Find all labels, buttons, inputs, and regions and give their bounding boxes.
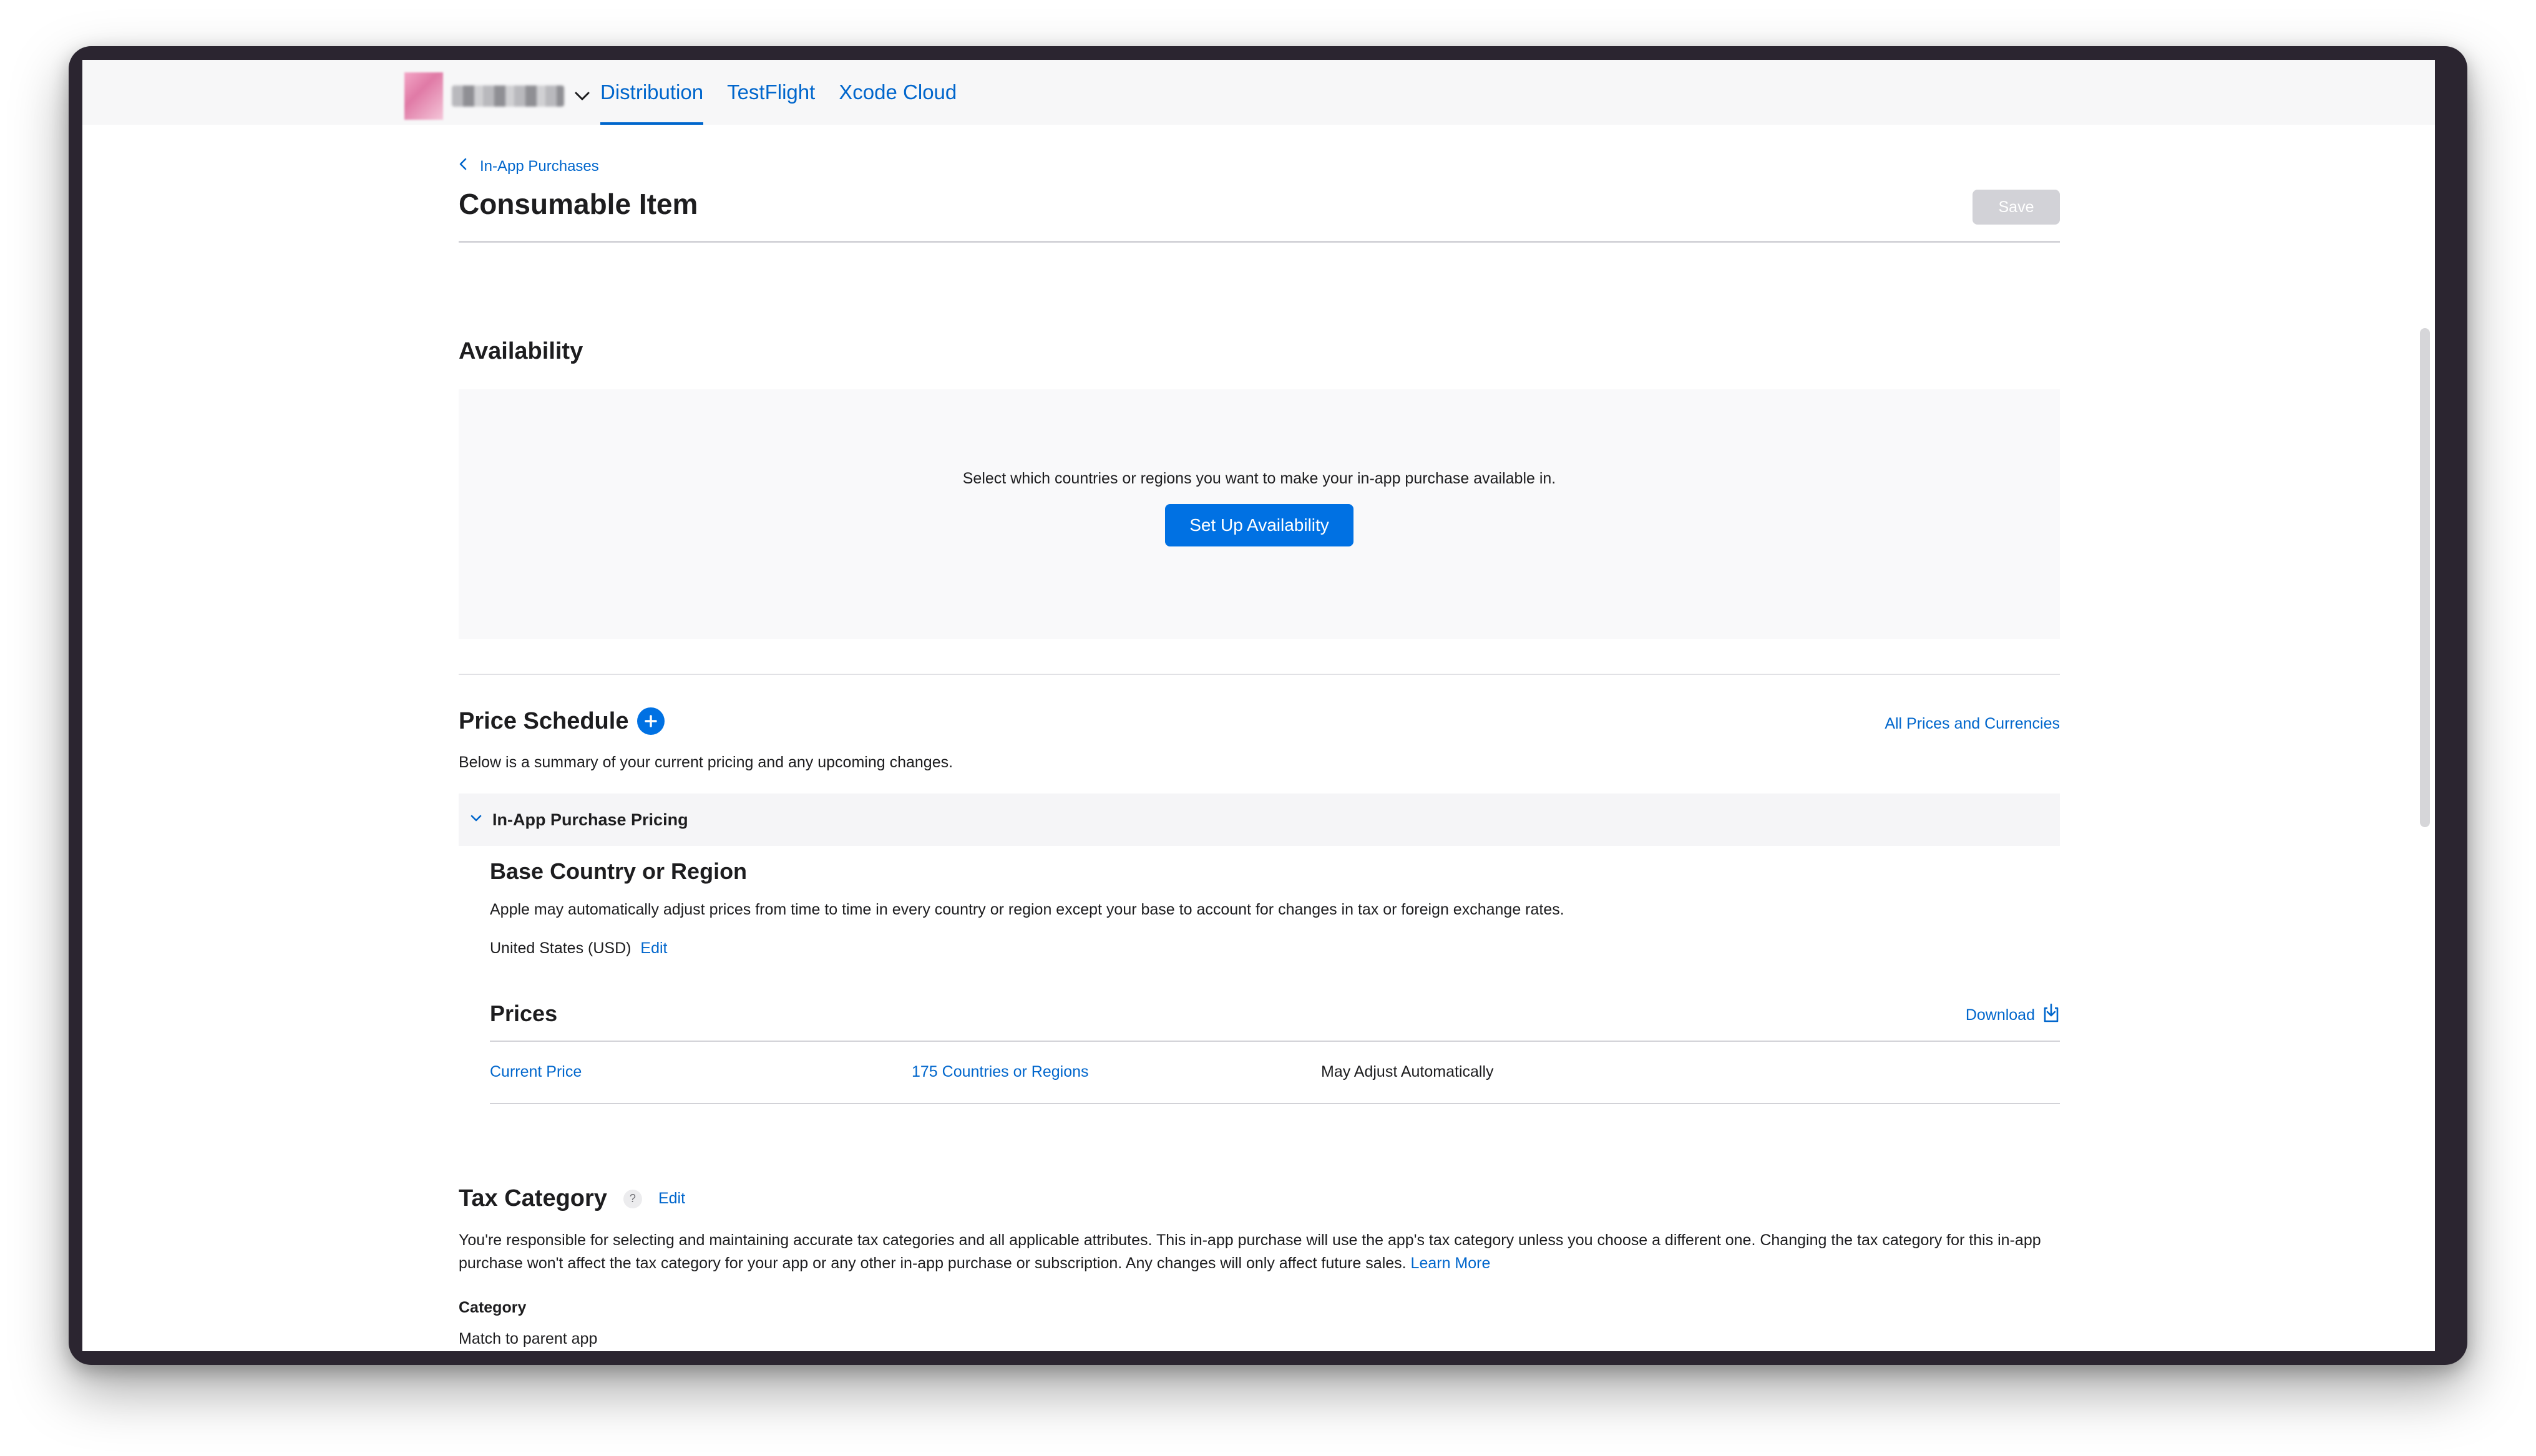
breadcrumb[interactable]: In-App Purchases xyxy=(459,157,599,175)
learn-more-link[interactable]: Learn More xyxy=(1411,1255,1491,1272)
browser-window: Distribution TestFlight Xcode Cloud In-A… xyxy=(82,60,2435,1351)
price-schedule-subtitle: Below is a summary of your current prici… xyxy=(459,754,953,771)
download-button[interactable]: Download xyxy=(1966,1003,2060,1027)
price-row: Current Price 175 Countries or Regions M… xyxy=(490,1041,2060,1104)
save-button[interactable]: Save xyxy=(1973,190,2060,225)
countries-link[interactable]: 175 Countries or Regions xyxy=(912,1063,1089,1081)
base-region-title: Base Country or Region xyxy=(490,858,748,884)
edit-tax-category-link[interactable]: Edit xyxy=(658,1190,685,1208)
tab-xcode-cloud[interactable]: Xcode Cloud xyxy=(839,60,957,125)
pricing-disclosure[interactable]: In-App Purchase Pricing xyxy=(459,794,2060,846)
edit-base-region-link[interactable]: Edit xyxy=(640,939,667,957)
adjust-status: May Adjust Automatically xyxy=(1321,1063,1494,1080)
tab-distribution[interactable]: Distribution xyxy=(600,60,704,125)
help-icon[interactable]: ? xyxy=(623,1189,642,1208)
availability-divider xyxy=(459,674,2060,675)
base-region-value: United States (USD) xyxy=(490,939,632,957)
top-nav: Distribution TestFlight Xcode Cloud xyxy=(82,60,2435,125)
chevron-down-icon xyxy=(470,814,482,826)
availability-title: Availability xyxy=(459,338,583,364)
download-label: Download xyxy=(1965,1006,2035,1024)
prices-title: Prices xyxy=(490,1001,558,1026)
set-up-availability-button[interactable]: Set Up Availability xyxy=(1165,503,1353,546)
tab-testflight[interactable]: TestFlight xyxy=(727,60,815,125)
tax-category-title: Tax Category xyxy=(459,1185,607,1211)
nav-tabs: Distribution TestFlight Xcode Cloud xyxy=(600,60,957,125)
price-schedule-title: Price Schedule xyxy=(459,707,629,734)
tax-description-block: You're responsible for selecting and mai… xyxy=(459,1229,2060,1275)
current-price-link[interactable]: Current Price xyxy=(490,1063,582,1081)
app-name-redacted xyxy=(452,85,564,107)
vertical-scrollbar[interactable] xyxy=(2420,328,2430,827)
title-divider xyxy=(459,241,2060,243)
base-region-row: United States (USD) Edit xyxy=(490,937,668,960)
all-prices-link[interactable]: All Prices and Currencies xyxy=(1885,715,2060,733)
tax-description: You're responsible for selecting and mai… xyxy=(459,1231,2041,1272)
availability-panel: Select which countries or regions you wa… xyxy=(459,389,2060,639)
page-title: Consumable Item xyxy=(459,188,698,220)
category-label: Category xyxy=(459,1299,527,1316)
price-schedule-header: Price Schedule xyxy=(459,707,665,735)
device-frame: Distribution TestFlight Xcode Cloud In-A… xyxy=(69,46,2467,1365)
app-selector[interactable] xyxy=(404,72,592,120)
category-value: Match to parent app xyxy=(459,1330,598,1347)
chevron-left-icon xyxy=(459,157,467,175)
availability-description: Select which countries or regions you wa… xyxy=(962,469,1556,487)
tax-category-header: Tax Category ? Edit xyxy=(459,1185,685,1212)
add-price-change-icon[interactable] xyxy=(637,707,665,735)
base-region-description: Apple may automatically adjust prices fr… xyxy=(490,901,1564,918)
download-icon xyxy=(2042,1003,2060,1027)
pricing-header-label: In-App Purchase Pricing xyxy=(492,810,688,829)
chevron-down-icon xyxy=(573,87,592,105)
breadcrumb-label: In-App Purchases xyxy=(480,157,599,175)
app-icon xyxy=(404,72,443,120)
